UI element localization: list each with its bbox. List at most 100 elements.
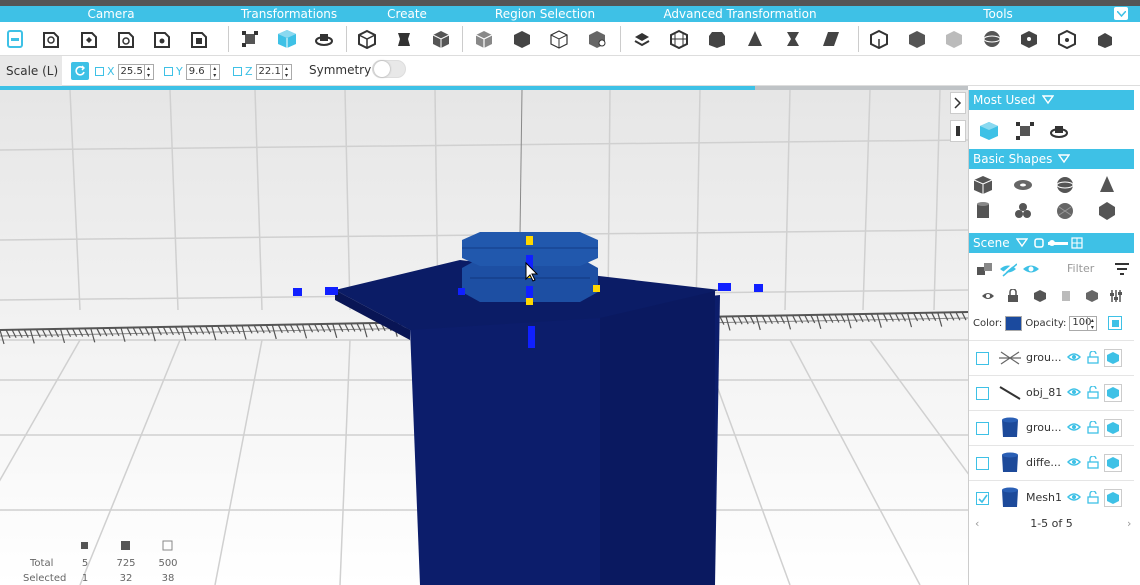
eye-icon[interactable] [1066,491,1082,506]
scene-item-checkbox[interactable] [976,387,989,400]
color-apply-button[interactable] [1108,316,1123,330]
scene-show-button[interactable] [1022,258,1040,280]
tool-intersect[interactable] [941,26,967,52]
basic-shapes-header[interactable]: Basic Shapes [969,149,1134,169]
most-used-header[interactable]: Most Used [969,90,1134,110]
camera-snapshot-tool[interactable] [149,26,175,52]
x-spinner[interactable]: ▴ ▾ [143,64,153,79]
most-used-scale[interactable] [1014,120,1036,142]
camera-reset-tool[interactable] [186,26,212,52]
camera-rotate-tool[interactable] [113,26,139,52]
scene-filter-input[interactable]: Filter [1067,260,1109,278]
col-visibility[interactable] [981,285,995,307]
lock-icon[interactable] [1087,350,1099,367]
adv-subdivide-tool[interactable] [666,26,692,52]
tool-smooth[interactable] [979,26,1005,52]
eye-icon[interactable] [1066,386,1082,401]
create-box-tool[interactable] [354,26,380,52]
opacity-input[interactable]: 100 ▴ ▾ [1069,315,1098,331]
rotate-tool[interactable] [311,26,337,52]
prev-page-button[interactable]: ‹ [975,514,979,534]
scene-view-toggle-icon[interactable] [1033,237,1084,249]
select-object-tool[interactable] [509,26,535,52]
most-used-rotate[interactable] [1048,120,1070,142]
scene-hide-button[interactable] [999,258,1017,280]
z-axis-checkbox[interactable] [233,67,242,76]
lock-icon[interactable] [1087,455,1099,472]
most-used-move[interactable] [978,120,1000,142]
z-value-input[interactable]: 22.1 ▴ ▾ [255,63,292,80]
create-extrude-tool[interactable] [391,26,417,52]
color-swatch[interactable] [1005,315,1023,331]
col-wire[interactable] [1059,285,1073,307]
shape-cube[interactable] [972,174,994,196]
select-wire-tool[interactable] [546,26,572,52]
col-solid[interactable] [1033,285,1047,307]
3d-viewport[interactable]: Total 5 725 500 Selected 1 32 38 [0,90,968,585]
scene-item[interactable]: diffe... [969,445,1134,479]
eye-icon[interactable] [1066,351,1082,366]
tool-difference[interactable] [904,26,930,52]
y-spinner[interactable]: ▴ ▾ [209,64,219,79]
create-solid-tool[interactable] [428,26,454,52]
tool-union[interactable] [866,26,892,52]
camera-home-tool[interactable] [2,26,28,52]
cube-icon[interactable] [1104,419,1122,437]
adv-shear-tool[interactable] [818,26,844,52]
toolbar-collapse-button[interactable] [1114,7,1128,20]
scene-item-checkbox[interactable] [976,422,989,435]
cube-icon[interactable] [1104,384,1122,402]
camera-zoom-tool[interactable] [38,26,64,52]
panel-side-tab[interactable] [950,120,966,142]
col-lock[interactable] [1007,285,1019,307]
scene-item[interactable]: grou... [969,410,1134,444]
camera-focus-tool[interactable] [76,26,102,52]
col-settings[interactable] [1109,285,1123,307]
symmetry-toggle[interactable] [372,60,406,78]
adv-stack-tool[interactable] [629,26,655,52]
eye-icon[interactable] [1066,421,1082,436]
scene-item[interactable]: obj_81 [969,375,1134,409]
cube-icon[interactable] [1104,454,1122,472]
scene-group-button[interactable] [976,258,994,280]
scene-item-checkbox[interactable] [976,492,989,505]
adv-taper-tool[interactable] [742,26,768,52]
shape-cylinder[interactable] [972,200,994,222]
lock-icon[interactable] [1087,385,1099,402]
shape-capsules[interactable] [1012,200,1034,222]
scene-item-checkbox[interactable] [976,352,989,365]
y-value-input[interactable]: 9.6 ▴ ▾ [185,63,220,80]
select-faces-tool[interactable] [471,26,497,52]
scene-item[interactable]: Mesh1 [969,480,1134,514]
scene-item-checkbox[interactable] [976,457,989,470]
eye-icon[interactable] [1066,456,1082,471]
z-spinner[interactable]: ▴ ▾ [281,64,291,79]
tool-merge[interactable] [1016,26,1042,52]
opacity-spinner[interactable]: ▴ ▾ [1087,316,1096,331]
col-type[interactable] [1085,285,1099,307]
x-axis-checkbox[interactable] [95,67,104,76]
panel-collapse-button[interactable] [950,92,966,114]
scene-filter-button[interactable] [1114,258,1130,280]
lock-icon[interactable] [1087,490,1099,507]
cube-icon[interactable] [1104,349,1122,367]
shape-torus[interactable] [1012,174,1034,196]
lock-icon[interactable] [1087,420,1099,437]
y-axis-checkbox[interactable] [164,67,173,76]
scale-tool[interactable] [237,26,263,52]
tool-paint[interactable] [1092,26,1118,52]
move-tool[interactable] [274,26,300,52]
cube-icon[interactable] [1104,489,1122,507]
shape-cone[interactable] [1096,174,1118,196]
adv-bevel-tool[interactable] [704,26,730,52]
shape-polyhedron[interactable] [1096,200,1118,222]
scene-item[interactable]: grou... [969,340,1134,374]
refresh-button[interactable] [71,62,89,80]
tool-split[interactable] [1054,26,1080,52]
select-vertices-tool[interactable] [584,26,610,52]
shape-geosphere[interactable] [1054,200,1076,222]
scene-header[interactable]: Scene [969,233,1134,253]
next-page-button[interactable]: › [1127,514,1131,534]
adv-twist-tool[interactable] [780,26,806,52]
x-value-input[interactable]: 25.5 ▴ ▾ [117,63,154,80]
